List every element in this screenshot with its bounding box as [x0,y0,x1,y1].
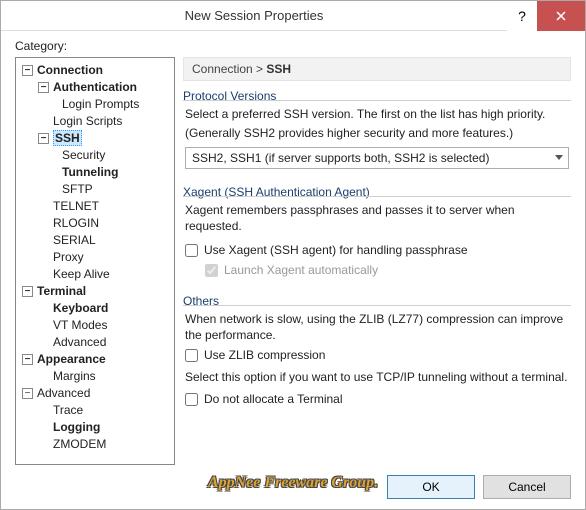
no-terminal-label: Do not allocate a Terminal [204,391,343,407]
collapse-icon[interactable]: − [22,65,33,76]
breadcrumb-current: SSH [266,62,291,76]
tree-margins[interactable]: Margins [18,368,172,385]
title-bar: New Session Properties ? [1,1,585,31]
cancel-button[interactable]: Cancel [483,475,571,499]
tree-advanced[interactable]: −Advanced [18,385,172,402]
tree-login-prompts[interactable]: Login Prompts [18,96,172,113]
ssh-version-value: SSH2, SSH1 (if server supports both, SSH… [192,150,489,166]
close-icon [556,11,566,21]
others-desc-1: When network is slow, using the ZLIB (LZ… [185,311,569,343]
use-xagent-row: Use Xagent (SSH agent) for handling pass… [185,242,569,258]
xagent-desc: Xagent remembers passphrases and passes … [185,202,569,234]
use-xagent-label: Use Xagent (SSH agent) for handling pass… [204,242,468,258]
main-row: −Connection −Authentication Login Prompt… [15,57,571,465]
tree-tunneling[interactable]: Tunneling [18,164,172,181]
chevron-down-icon[interactable] [550,148,568,168]
tree-rlogin[interactable]: RLOGIN [18,215,172,232]
tree-keepalive[interactable]: Keep Alive [18,266,172,283]
breadcrumb: Connection > SSH [183,57,571,81]
collapse-icon[interactable]: − [38,82,49,93]
tree-login-scripts[interactable]: Login Scripts [18,113,172,130]
fieldset-others: Others When network is slow, using the Z… [183,294,571,407]
tree-appearance[interactable]: −Appearance [18,351,172,368]
others-desc-2: Select this option if you want to use TC… [185,369,569,385]
ssh-version-combo[interactable]: SSH2, SSH1 (if server supports both, SSH… [185,147,569,169]
tree-advanced-terminal[interactable]: Advanced [18,334,172,351]
use-zlib-checkbox[interactable] [185,349,198,362]
content-area: Category: −Connection −Authentication Lo… [1,31,585,509]
protocol-desc-2: (Generally SSH2 provides higher security… [185,125,569,141]
button-row: OK Cancel [15,475,571,499]
use-xagent-checkbox[interactable] [185,244,198,257]
xagent-title: Xagent (SSH Authentication Agent) [183,185,376,199]
tree-keyboard[interactable]: Keyboard [18,300,172,317]
collapse-icon[interactable]: − [22,388,33,399]
use-zlib-label: Use ZLIB compression [204,347,325,363]
window-title: New Session Properties [1,8,507,23]
category-label: Category: [15,39,571,53]
launch-xagent-row: Launch Xagent automatically [205,262,569,278]
dialog-window: New Session Properties ? Category: −Conn… [0,0,586,510]
tree-authentication[interactable]: −Authentication [18,79,172,96]
tree-connection[interactable]: −Connection [18,62,172,79]
tree-proxy[interactable]: Proxy [18,249,172,266]
tree-trace[interactable]: Trace [18,402,172,419]
no-terminal-checkbox[interactable] [185,393,198,406]
launch-xagent-label: Launch Xagent automatically [224,262,378,278]
ok-button[interactable]: OK [387,475,475,499]
fieldset-protocol-versions: Protocol Versions Select a preferred SSH… [183,89,571,169]
tree-logging[interactable]: Logging [18,419,172,436]
collapse-icon[interactable]: − [38,133,49,144]
collapse-icon[interactable]: − [22,286,33,297]
close-button[interactable] [537,1,585,31]
tree-ssh[interactable]: −SSH [18,130,172,147]
category-tree[interactable]: −Connection −Authentication Login Prompt… [15,57,175,465]
tree-terminal[interactable]: −Terminal [18,283,172,300]
others-title: Others [183,294,225,308]
help-button[interactable]: ? [507,1,537,31]
tree-telnet[interactable]: TELNET [18,198,172,215]
tree-sftp[interactable]: SFTP [18,181,172,198]
fieldset-xagent: Xagent (SSH Authentication Agent) Xagent… [183,185,571,278]
breadcrumb-parent: Connection [192,62,253,76]
tree-zmodem[interactable]: ZMODEM [18,436,172,453]
collapse-icon[interactable]: − [22,354,33,365]
tree-vtmodes[interactable]: VT Modes [18,317,172,334]
tree-security[interactable]: Security [18,147,172,164]
protocol-versions-title: Protocol Versions [183,89,282,103]
no-terminal-row: Do not allocate a Terminal [185,391,569,407]
use-zlib-row: Use ZLIB compression [185,347,569,363]
tree-serial[interactable]: SERIAL [18,232,172,249]
protocol-desc-1: Select a preferred SSH version. The firs… [185,106,569,122]
launch-xagent-checkbox [205,264,218,277]
settings-panel: Connection > SSH Protocol Versions Selec… [183,57,571,465]
